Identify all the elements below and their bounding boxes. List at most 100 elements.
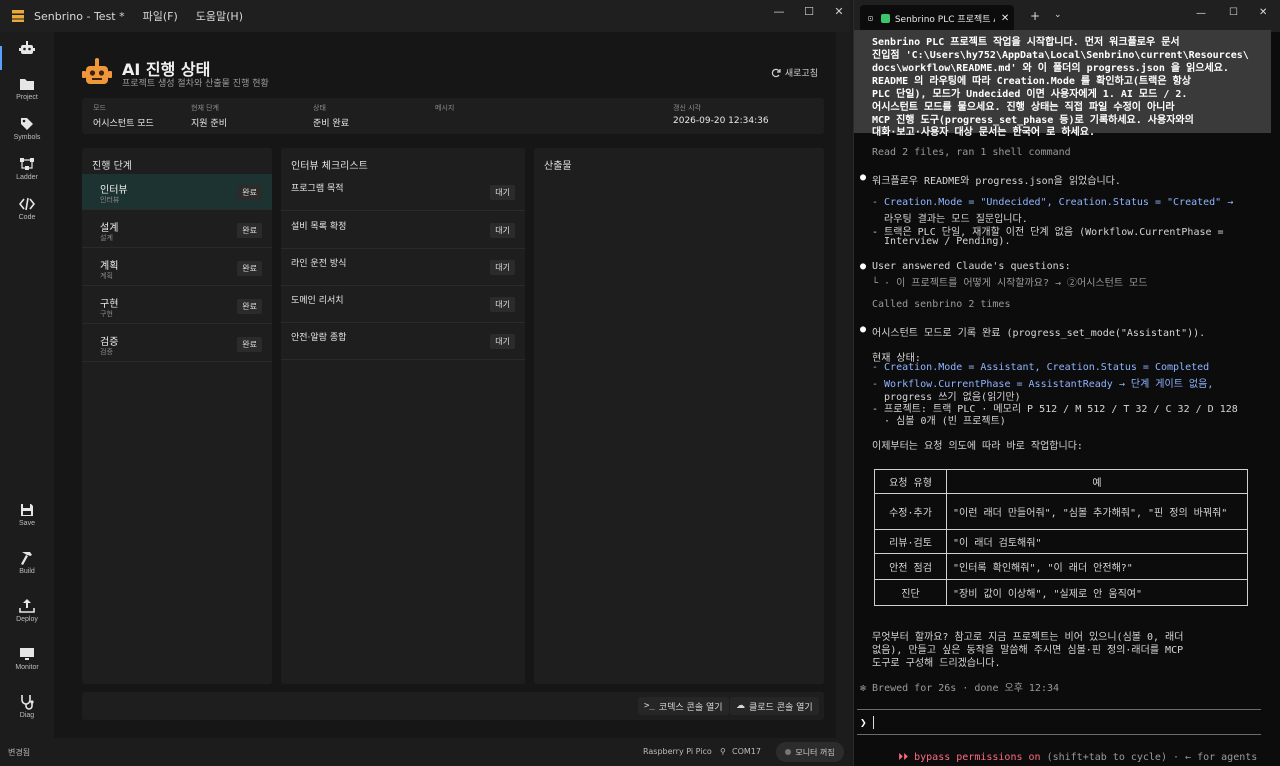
monitor-label: 모니터 꺼짐 (795, 747, 835, 757)
close-button[interactable]: ✕ (824, 0, 854, 22)
info-value: 2026-09-20 12:34:36 (673, 116, 769, 126)
tab-title: Senbrino PLC 프로젝트 AI (894, 15, 995, 25)
assistant-message: 어시스턴트 모드로 기록 완료 (progress_set_mode("Assi… (872, 328, 1206, 339)
panel-title: 산출물 (544, 161, 572, 172)
bypass-label: ⏵⏵ bypass permissions on (898, 752, 1041, 763)
checklist-item[interactable]: 프로그램 목적 대기 (281, 174, 525, 211)
stage-name: 설계 (100, 223, 119, 234)
rail-item-code[interactable]: Code (0, 196, 54, 236)
status-badge: 완료 (237, 185, 262, 200)
minimize-button[interactable]: — (764, 0, 794, 22)
info-value: 준비 완료 (313, 119, 349, 129)
refresh-icon (771, 68, 781, 77)
tab-close-icon[interactable]: ✕ (1001, 13, 1009, 24)
rail-item-save[interactable]: Save (0, 502, 54, 542)
checklist-name: 프로그램 목적 (291, 184, 344, 194)
board-name[interactable]: Raspberry Pi Pico (643, 747, 712, 756)
port-name[interactable]: COM17 (732, 747, 761, 756)
panel-title: 진행 단계 (92, 161, 132, 172)
rail-item-monitor[interactable]: Monitor (0, 646, 54, 686)
robot-icon (19, 41, 35, 54)
table-cell: "인터록 확인해줘", "이 래더 안전해?" (946, 553, 1248, 580)
checklist-name: 라인 운전 방식 (291, 259, 347, 269)
info-phase: 현재 단계 지원 준비 (191, 103, 227, 129)
tool-summary: Read 2 files, ran 1 shell command (872, 147, 1071, 158)
artifacts-panel: 산출물 (534, 148, 824, 684)
hammer-icon (21, 552, 32, 565)
stage-name: 계획 (100, 261, 119, 272)
button-label: 클로드 콘솔 열기 (749, 702, 813, 713)
brewed-status: ✻ Brewed for 26s · done 오후 12:34 (860, 683, 1060, 694)
checklist-item[interactable]: 도메인 리서치 대기 (281, 286, 525, 323)
status-badge: 대기 (490, 223, 515, 238)
stage-name: 검증 (100, 337, 119, 348)
status-badge: 완료 (237, 223, 262, 238)
bullet-icon: ● (860, 261, 867, 272)
monitor-toggle[interactable]: 모니터 꺼짐 (776, 742, 844, 762)
tag-icon (21, 118, 33, 130)
terminal-input[interactable]: ❯ (857, 709, 1261, 735)
table-header-row: 요청 유형 예 (874, 469, 1248, 494)
rail-item-ai[interactable] (0, 40, 54, 80)
menu-help[interactable]: 도움말(H) (196, 8, 243, 24)
info-key: 갱신 시각 (673, 104, 701, 112)
rail-item-deploy[interactable]: Deploy (0, 598, 54, 638)
rail-item-symbols[interactable]: Symbols (0, 116, 54, 156)
rail-item-ladder[interactable]: Ladder (0, 156, 54, 196)
checklist-item[interactable]: 설비 목록 확정 대기 (281, 212, 525, 249)
maximize-button[interactable]: ☐ (794, 0, 824, 22)
status-badge: 완료 (237, 299, 262, 314)
main-panel: AI 진행 상태 프로젝트 생성 절차와 산출물 진행 현황 새로고침 모드 어… (54, 32, 836, 738)
robot-icon (82, 58, 112, 84)
rail-item-project[interactable]: Project (0, 76, 54, 116)
prompt-line: 대화·보고·사용자 대상 문서는 한국어 로 하세요. (872, 127, 1095, 138)
status-info-bar: 모드 어시스턴트 모드 현재 단계 지원 준비 상태 준비 완료 메시지 갱신 … (82, 98, 824, 134)
minimize-button[interactable]: — (1196, 8, 1206, 19)
stage-row-interview[interactable]: 인터뷰 인터뷰 완료 (82, 174, 272, 210)
new-tab-button[interactable]: + (1030, 9, 1040, 23)
refresh-button[interactable]: 새로고침 (771, 66, 818, 79)
title-bar: Senbrino - Test * 파일(F) 도움말(H) — ☐ ✕ (0, 0, 850, 32)
stage-row-plan[interactable]: 계획 계획 완료 (82, 250, 272, 286)
status-badge: 대기 (490, 260, 515, 275)
status-badge: 완료 (237, 337, 262, 352)
status-dot-icon (785, 749, 792, 755)
open-codex-console-button[interactable]: >_ 코덱스 콘솔 열기 (638, 697, 729, 715)
terminal-icon: >_ (644, 701, 655, 711)
table-cell: 리뷰·검토 (874, 529, 947, 554)
tool-summary: Called senbrino 2 times (872, 299, 1011, 310)
window-title: Senbrino - Test * (34, 9, 125, 23)
rail-label: Code (18, 214, 36, 221)
open-claude-console-button[interactable]: ☁ 클로드 콘솔 열기 (730, 697, 819, 715)
page-subtitle: 프로젝트 생성 절차와 산출물 진행 현황 (122, 79, 269, 89)
status-badge: 완료 (237, 261, 262, 276)
permission-mode-status[interactable]: ⏵⏵ bypass permissions on (shift+tab to c… (874, 741, 1257, 766)
checklist-name: 안전·알람 종합 (291, 333, 347, 343)
claude-icon (880, 14, 890, 23)
menu-file[interactable]: 파일(F) (143, 8, 178, 24)
code-icon (19, 197, 35, 211)
tab-dropdown-icon[interactable]: ⌄ (1054, 10, 1062, 20)
close-button[interactable]: ✕ (1259, 7, 1267, 18)
rail-item-build[interactable]: Build (0, 550, 54, 590)
checklist-item[interactable]: 안전·알람 종합 대기 (281, 323, 525, 360)
checklist-item[interactable]: 라인 운전 방식 대기 (281, 249, 525, 286)
info-value: 어시스턴트 모드 (93, 119, 154, 129)
rail-label: Diag (19, 712, 35, 719)
maximize-button[interactable]: ☐ (1229, 7, 1238, 18)
rail-item-diag[interactable]: Diag (0, 694, 54, 734)
info-state: 상태 준비 완료 (313, 103, 349, 129)
assistant-detail: - Creation.Mode = "Undecided", Creation.… (872, 197, 1234, 208)
info-key: 상태 (313, 104, 326, 112)
table-cell: "이 래더 검토해줘" (946, 529, 1248, 554)
stage-row-verify[interactable]: 검증 검증 완료 (82, 326, 272, 362)
rail-label: Symbols (13, 134, 41, 141)
table-header: 요청 유형 (874, 469, 947, 494)
app-window: Senbrino - Test * 파일(F) 도움말(H) — ☐ ✕ Pro… (0, 0, 850, 766)
folder-icon (20, 79, 34, 90)
assistant-detail: Interview / Pending). (872, 236, 1011, 247)
stage-row-design[interactable]: 설계 설계 완료 (82, 212, 272, 248)
terminal-tab[interactable]: ⊡ Senbrino PLC 프로젝트 AI ✕ (860, 5, 1014, 32)
stage-row-implement[interactable]: 구현 구현 완료 (82, 288, 272, 324)
table-header: 예 (946, 469, 1248, 494)
